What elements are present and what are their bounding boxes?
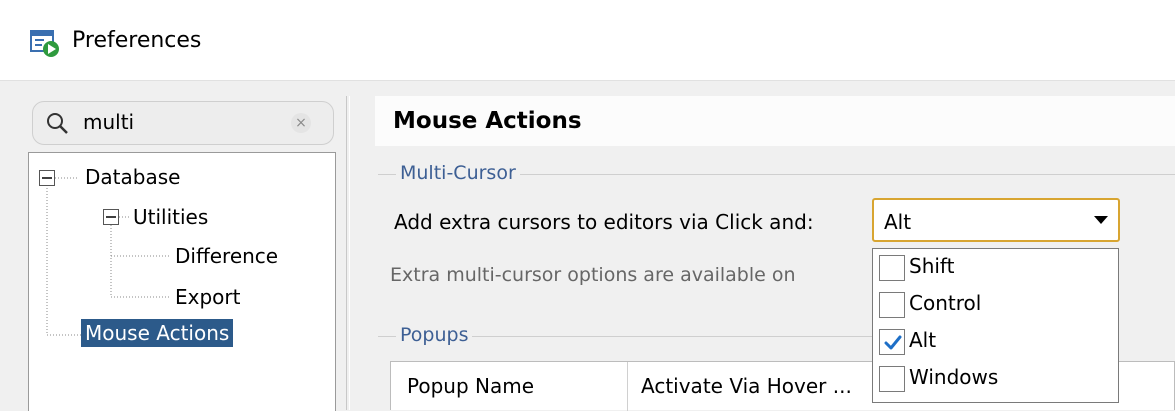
checkmark-icon (884, 335, 902, 350)
window-title: Preferences (72, 28, 202, 53)
popups-section-label: Popups (396, 324, 473, 346)
tree-item-utilities[interactable]: Utilities (133, 205, 208, 229)
click-modifier-options-list: Shift Control Alt Windows (872, 248, 1119, 403)
collapse-icon[interactable] (39, 170, 55, 186)
clear-search-icon[interactable]: × (291, 113, 311, 133)
search-input[interactable] (83, 109, 273, 135)
tree-item-database[interactable]: Database (85, 165, 180, 189)
title-bar: Preferences (0, 0, 1175, 81)
option-control[interactable]: Control (877, 288, 1112, 320)
pane-divider[interactable] (346, 96, 347, 410)
click-modifier-dropdown[interactable]: Alt (872, 198, 1120, 242)
page-title: Mouse Actions (393, 108, 582, 134)
option-windows[interactable]: Windows (877, 362, 1112, 394)
preferences-tree[interactable]: Database Utilities Difference Export Mou… (28, 152, 336, 411)
page-header: Mouse Actions (375, 96, 1175, 146)
dropdown-arrow-icon[interactable] (1094, 216, 1108, 224)
collapse-icon[interactable] (103, 209, 119, 225)
multi-cursor-info-text: Extra multi-cursor options are available… (390, 264, 796, 286)
option-alt[interactable]: Alt (877, 325, 1112, 357)
multi-cursor-section-label: Multi-Cursor (396, 162, 520, 184)
alt-checkbox[interactable] (879, 329, 905, 355)
option-shift[interactable]: Shift (877, 251, 1112, 283)
column-header-popup-name[interactable]: Popup Name (407, 374, 534, 398)
click-modifier-label: Add extra cursors to editors via Click a… (394, 210, 814, 234)
column-header-activate-via-hover[interactable]: Activate Via Hover ... (641, 374, 852, 398)
option-label: Windows (909, 365, 999, 389)
pane-divider-highlight (349, 96, 350, 410)
option-label: Alt (909, 328, 937, 352)
windows-checkbox[interactable] (879, 366, 905, 392)
dropdown-selected-value: Alt (884, 210, 912, 234)
column-separator[interactable] (627, 362, 628, 411)
tree-item-difference[interactable]: Difference (175, 244, 278, 268)
control-checkbox[interactable] (879, 292, 905, 318)
shift-checkbox[interactable] (879, 255, 905, 281)
tree-item-export[interactable]: Export (175, 285, 240, 309)
preferences-app-icon (30, 30, 59, 57)
tree-connector-lines (46, 177, 171, 336)
search-box[interactable]: × (32, 101, 334, 145)
option-label: Shift (909, 254, 955, 278)
tree-item-mouse-actions[interactable]: Mouse Actions (81, 319, 234, 347)
option-label: Control (909, 291, 982, 315)
search-icon (47, 113, 68, 134)
